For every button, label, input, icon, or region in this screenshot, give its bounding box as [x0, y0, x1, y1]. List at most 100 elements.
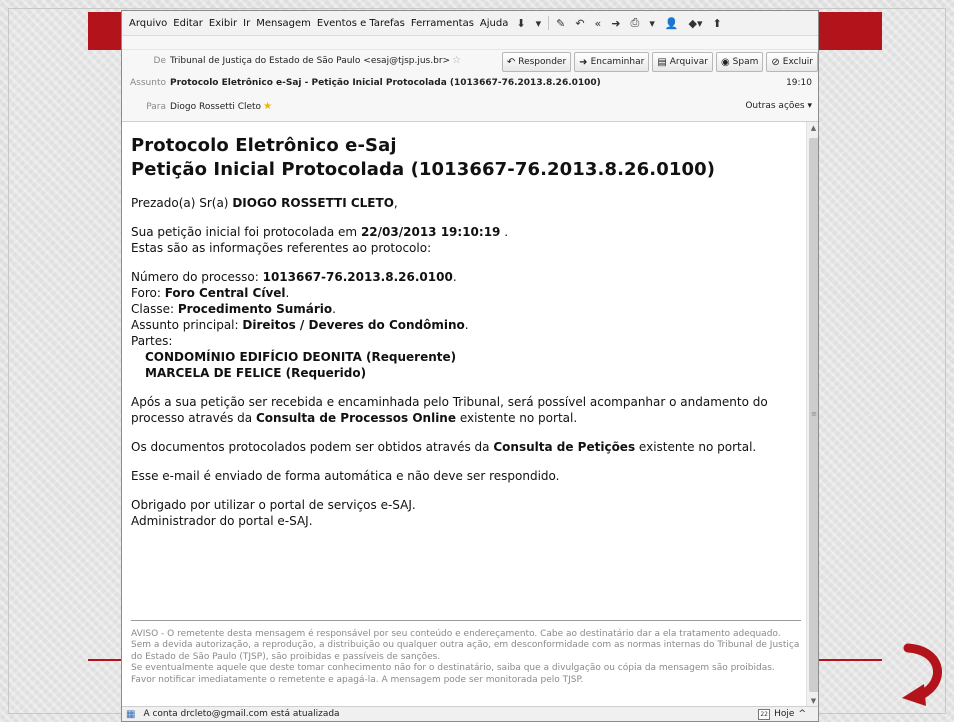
subject-label: Assunto — [130, 78, 166, 88]
menu-mensagem[interactable]: Mensagem — [253, 18, 314, 29]
message-actions: ↶ Responder ➜ Encaminhar ▤ Arquivar ◉ Spam ⊘… — [501, 52, 818, 72]
paragraph-auto-notice: Esse e-mail é enviado de forma automátic… — [131, 469, 560, 483]
dropdown-arrow-icon[interactable]: ▾ — [531, 17, 547, 30]
process-number: Número do processo: 1013667-76.2013.8.26… — [131, 270, 457, 284]
delete-button[interactable]: ⊘ Excluir — [766, 52, 818, 72]
forward-label: Encaminhar — [590, 57, 645, 67]
return-arrow-icon[interactable] — [896, 640, 952, 710]
forward-button[interactable]: ➜ Encaminhar — [574, 52, 650, 72]
forum-label: Foro: — [131, 286, 161, 300]
from-label: De — [153, 55, 166, 66]
message-title-line2: Petição Inicial Protocolada (1013667-76.… — [131, 159, 716, 180]
other-actions-menu[interactable]: Outras ações ▾ — [745, 101, 812, 111]
vertical-scrollbar[interactable]: ▲ ≡ ▼ — [806, 122, 818, 708]
legal-disclaimer: AVISO - O remetente desta mensagem é res… — [131, 620, 801, 686]
intro-prefix: Sua petição inicial foi protocolada em — [131, 225, 358, 239]
signature-line2: Administrador do portal e-SAJ. — [131, 514, 313, 528]
online-consultation-link: Consulta de Processos Online — [255, 411, 456, 425]
archive-icon: ▤ — [657, 56, 667, 68]
subject-value: Protocolo Eletrônico e-Saj - Petição Ini… — [170, 78, 601, 88]
delete-label: Excluir — [782, 57, 813, 67]
to-row: Para Diogo Rossetti Cleto ★ — [122, 101, 818, 112]
toolbar-strip — [122, 36, 818, 50]
greeting-suffix: , — [393, 196, 398, 210]
signature-line1: Obrigado por utilizar o portal de serviç… — [131, 498, 416, 512]
menu-arquivo[interactable]: Arquivo — [126, 18, 170, 29]
party-defendant: MARCELA DE FELICE (Requerido) — [145, 366, 367, 380]
reply-label: Responder — [518, 57, 567, 67]
disclaimer-paragraph-2: Se eventualmente aquele que deste tomar … — [131, 663, 775, 685]
status-text: A conta drcleto@gmail.com está atualizad… — [143, 709, 340, 719]
message-body: Protocolo Eletrônico e-Saj Petição Inici… — [122, 122, 818, 708]
greeting-prefix: Prezado(a) Sr(a) — [131, 196, 229, 210]
menu-ajuda[interactable]: Ajuda — [477, 18, 511, 29]
greeting: Prezado(a) Sr(a) DIOGO ROSSETTI CLETO, — [131, 195, 803, 211]
menu-ferramentas[interactable]: Ferramentas — [408, 18, 477, 29]
star-icon[interactable]: ☆ — [452, 55, 461, 66]
menu-eventos-tarefas[interactable]: Eventos e Tarefas — [314, 18, 408, 29]
delete-icon: ⊘ — [771, 56, 780, 68]
archive-label: Arquivar — [669, 57, 708, 67]
email-client-window: Arquivo Editar Exibir Ir Mensagem Evento… — [121, 10, 819, 722]
calendar-icon: 22 — [758, 708, 771, 720]
subject-row: Assunto Protocolo Eletrônico e-Saj - Pet… — [122, 78, 818, 88]
intro-line: Sua petição inicial foi protocolada em 2… — [131, 224, 803, 240]
main-subject-value: Direitos / Deveres do Condômino — [242, 318, 465, 332]
message-content: Protocolo Eletrônico e-Saj Petição Inici… — [131, 134, 803, 529]
spam-label: Spam — [732, 57, 759, 67]
party-plaintiff: CONDOMÍNIO EDIFÍCIO DEONITA (Requerente) — [145, 350, 457, 364]
paragraph-tracking: Após a sua petição ser recebida e encami… — [131, 394, 803, 426]
forum: Foro: Foro Central Cível. — [131, 286, 290, 300]
message-header: De Tribunal de Justiça do Estado de São … — [122, 50, 818, 122]
slide-accent-line-left — [88, 659, 124, 661]
paragraph-documents: Os documentos protocolados podem ser obt… — [131, 439, 803, 455]
reply-all-icon[interactable]: « — [590, 17, 607, 30]
paragraph-tracking-suffix: existente no portal. — [459, 411, 578, 425]
archive-button[interactable]: ▤ Arquivar — [652, 52, 713, 72]
parties-label: Partes: — [131, 334, 173, 348]
process-label: Número do processo: — [131, 270, 259, 284]
tag-icon[interactable]: ◆▾ — [684, 17, 708, 30]
reply-button[interactable]: ↶ Responder — [501, 52, 572, 72]
print-icon[interactable]: ⎙ — [626, 16, 645, 30]
slide-accent-bar-right — [812, 12, 882, 50]
message-title-line1: Protocolo Eletrônico e-Saj — [131, 135, 397, 156]
reply-icon[interactable]: ↶ — [570, 17, 589, 30]
class-value: Procedimento Sumário — [177, 302, 333, 316]
account-sync-icon: ▦ — [126, 708, 136, 720]
forum-value: Foro Central Cível — [164, 286, 286, 300]
today-label: Hoje — [774, 709, 795, 719]
menu-bar: Arquivo Editar Exibir Ir Mensagem Evento… — [122, 11, 818, 36]
to-value[interactable]: Diogo Rossetti Cleto — [170, 102, 261, 112]
spam-button[interactable]: ◉ Spam — [715, 52, 764, 72]
to-label: Para — [146, 101, 166, 112]
menu-ir[interactable]: Ir — [240, 18, 253, 29]
scroll-up-icon[interactable]: ▲ — [807, 122, 818, 135]
class-label: Classe: — [131, 302, 174, 316]
forward-icon[interactable]: ➜ — [606, 17, 625, 30]
junk-icon[interactable]: ⬆ — [708, 17, 727, 30]
toolbar-separator — [548, 16, 550, 30]
today-pane-toggle[interactable]: 22 Hoje ^ — [758, 708, 806, 720]
intro-datetime: 22/03/2013 19:10:19 — [360, 225, 501, 239]
paragraph-documents-suffix: existente no portal. — [638, 440, 757, 454]
main-subject-label: Assunto principal: — [131, 318, 239, 332]
spam-icon: ◉ — [720, 56, 730, 68]
write-icon[interactable]: ✎ — [551, 17, 570, 30]
menu-editar[interactable]: Editar — [170, 18, 206, 29]
chevron-up-icon: ^ — [798, 709, 806, 719]
process-value: 1013667-76.2013.8.26.0100 — [262, 270, 453, 284]
main-subject: Assunto principal: Direitos / Deveres do… — [131, 318, 469, 332]
address-book-icon[interactable]: 👤 — [660, 17, 684, 30]
star-icon: ★ — [263, 101, 273, 112]
intro-line2: Estas são as informações referentes ao p… — [131, 241, 432, 255]
greeting-name: DIOGO ROSSETTI CLETO — [232, 196, 394, 210]
dropdown-arrow-icon[interactable]: ▾ — [644, 17, 660, 30]
get-mail-icon[interactable]: ⬇ — [511, 17, 530, 30]
paragraph-documents-prefix: Os documentos protocolados podem ser obt… — [131, 440, 490, 454]
from-value[interactable]: Tribunal de Justiça do Estado de São Pau… — [170, 56, 450, 66]
scrollbar-grip-icon: ≡ — [811, 410, 817, 418]
message-time: 19:10 — [786, 78, 812, 88]
menu-exibir[interactable]: Exibir — [206, 18, 240, 29]
slide-accent-line-right — [818, 659, 882, 661]
